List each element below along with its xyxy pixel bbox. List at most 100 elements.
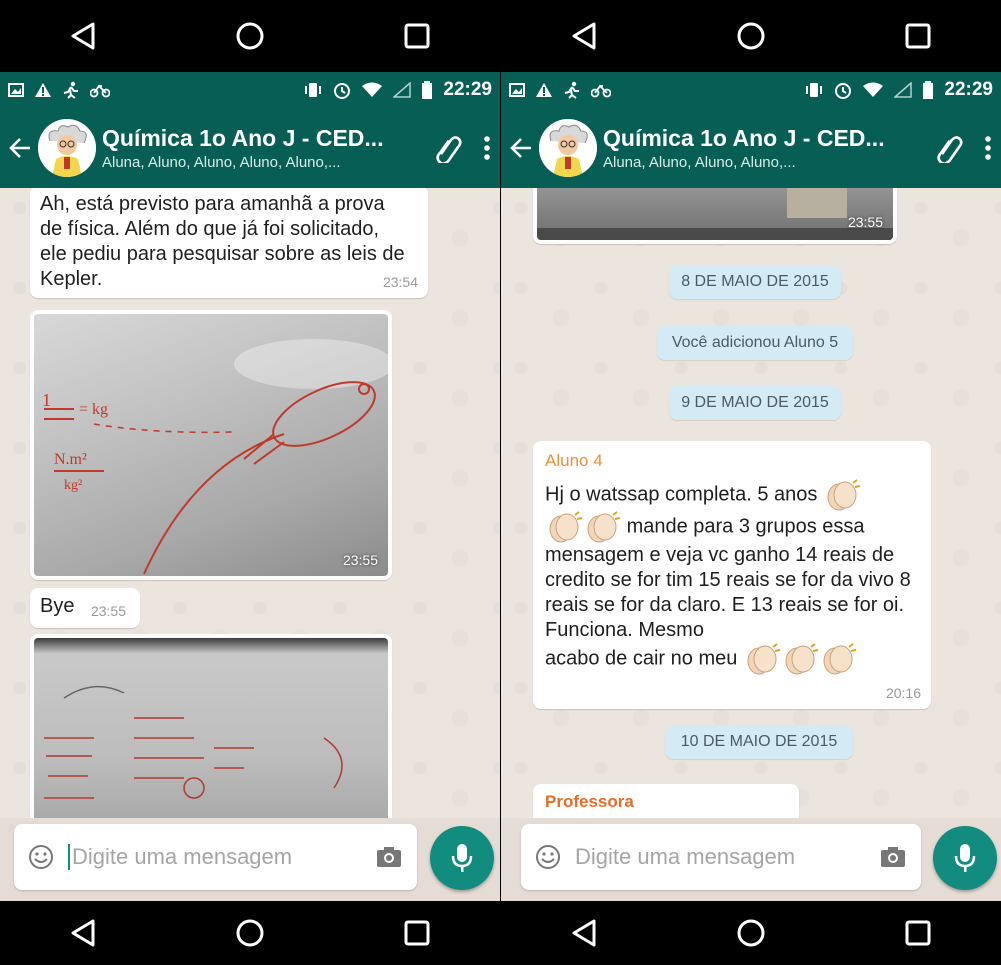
clapping-hands-icon (823, 643, 857, 675)
bottom-navigation-bar (501, 901, 1001, 965)
message-placeholder: Digite uma mensagem (72, 844, 293, 869)
nav-back-icon (71, 22, 95, 50)
emoji-icon[interactable] (535, 844, 561, 870)
signal-icon (393, 82, 412, 98)
chat-title[interactable]: Química 1o Ano J - CED... (603, 125, 923, 152)
warning-icon (536, 83, 552, 97)
nav-home-icon (236, 22, 264, 50)
message-bubble[interactable]: Aluno 4 Hj o watssap completa. 5 anos ma… (533, 441, 931, 709)
chat-participants[interactable]: Aluna, Aluno, Aluno, Aluno,... (603, 154, 923, 171)
status-time: 22:29 (443, 79, 492, 100)
nav-back-button[interactable] (524, 6, 644, 66)
nav-home-button[interactable] (190, 903, 310, 963)
group-avatar[interactable] (539, 119, 597, 177)
emoji-icon[interactable] (28, 844, 54, 870)
chat-header: Química 1o Ano J - CED... Aluna, Aluno, … (501, 108, 1001, 188)
nav-back-button[interactable] (23, 903, 143, 963)
paperclip-icon[interactable] (933, 133, 963, 163)
classroom-photo[interactable]: 23:55 (537, 188, 893, 240)
date-separator: 8 DE MAIO DE 2015 (669, 265, 841, 299)
mic-icon (451, 844, 473, 872)
nav-recents-button[interactable] (357, 6, 477, 66)
camera-icon[interactable] (375, 845, 403, 869)
svg-text:= kg: = kg (79, 401, 108, 418)
nav-home-icon (737, 919, 765, 947)
scientist-avatar-icon (38, 119, 96, 177)
whiteboard-photo[interactable] (34, 638, 388, 818)
group-avatar[interactable] (38, 119, 96, 177)
nav-back-button[interactable] (23, 6, 143, 66)
message-bubble[interactable]: Professora (533, 784, 799, 818)
alarm-icon (334, 83, 351, 99)
nav-back-button[interactable] (524, 903, 644, 963)
message-input[interactable]: Digite uma mensagem (14, 824, 417, 890)
message-list[interactable]: 23:55 8 DE MAIO DE 2015 Você adicionou A… (501, 188, 1001, 818)
image-message[interactable]: 23:55 (533, 188, 897, 244)
battery-icon (422, 81, 433, 99)
wifi-icon (863, 82, 884, 97)
clapping-hands-icon (827, 479, 861, 511)
message-input[interactable]: Digite uma mensagem (521, 824, 921, 890)
clapping-hands-icon (785, 643, 819, 675)
message-text: Hj o watssap completa. 5 anos mande para… (545, 479, 917, 675)
image-timestamp: 23:55 (342, 552, 378, 568)
chat-participants[interactable]: Aluna, Aluno, Aluno, Aluno, Aluno,... (102, 154, 422, 171)
image-notification-icon (8, 83, 24, 97)
whiteboard-photo[interactable]: 1 = kg N.m² kg² 23:55 (34, 314, 388, 576)
chat-header: Química 1o Ano J - CED... Aluna, Aluno, … (0, 108, 500, 188)
nav-recents-button[interactable] (357, 903, 477, 963)
nav-recents-icon (905, 920, 931, 946)
clapping-hands-icon (747, 643, 781, 675)
nav-home-button[interactable] (691, 903, 811, 963)
message-timestamp: 23:54 (382, 274, 418, 290)
bike-icon (90, 84, 110, 98)
paperclip-icon[interactable] (432, 133, 462, 163)
message-bubble[interactable]: Bye 23:55 (30, 588, 140, 628)
back-button[interactable] (8, 128, 36, 168)
message-line: acabo de cair no meu (545, 647, 738, 670)
running-icon (564, 81, 579, 99)
battery-icon (923, 81, 934, 99)
nav-home-button[interactable] (691, 6, 811, 66)
mic-button[interactable] (933, 826, 997, 890)
svg-text:N.m²: N.m² (54, 451, 87, 468)
nav-home-icon (737, 22, 765, 50)
message-timestamp: 20:16 (885, 685, 921, 701)
chat-title[interactable]: Química 1o Ano J - CED... (102, 125, 422, 152)
status-time: 22:29 (944, 79, 993, 100)
nav-recents-button[interactable] (858, 6, 978, 66)
compose-bar: Digite uma mensagem (0, 818, 500, 901)
sender-name[interactable]: Aluno 4 (545, 451, 919, 471)
right-phone-screen: 22:29 Química 1o Ano J - CED... Aluna, A… (501, 0, 1001, 965)
back-arrow-icon (510, 138, 531, 158)
vibrate-icon (305, 83, 322, 97)
mic-button[interactable] (430, 826, 494, 890)
photo-content (537, 188, 893, 240)
message-list[interactable]: Ah, está previsto para amanhã a prova de… (0, 188, 500, 818)
status-bar: 22:29 (501, 72, 1001, 108)
text-cursor (68, 844, 70, 870)
nav-recents-icon (404, 23, 430, 49)
more-vert-icon[interactable] (983, 134, 993, 162)
image-message[interactable] (30, 634, 392, 818)
image-message[interactable]: 1 = kg N.m² kg² 23:55 (30, 310, 392, 580)
mic-icon (954, 844, 976, 872)
camera-icon[interactable] (879, 845, 907, 869)
wifi-icon (362, 82, 383, 97)
vibrate-icon (806, 83, 823, 97)
image-notification-icon (509, 83, 525, 97)
sender-name[interactable]: Professora (545, 792, 787, 812)
bike-icon (591, 84, 611, 98)
nav-back-icon (71, 919, 95, 947)
message-bubble[interactable]: Ah, está previsto para amanhã a prova de… (30, 188, 428, 298)
nav-home-button[interactable] (190, 6, 310, 66)
back-arrow-icon (9, 138, 30, 158)
nav-recents-button[interactable] (858, 903, 978, 963)
image-timestamp: 23:55 (847, 214, 883, 230)
nav-back-icon (572, 919, 596, 947)
back-button[interactable] (509, 128, 537, 168)
system-message: Você adicionou Aluno 5 (657, 326, 853, 360)
date-separator: 10 DE MAIO DE 2015 (665, 725, 853, 759)
svg-text:1: 1 (42, 390, 51, 410)
more-vert-icon[interactable] (482, 134, 492, 162)
